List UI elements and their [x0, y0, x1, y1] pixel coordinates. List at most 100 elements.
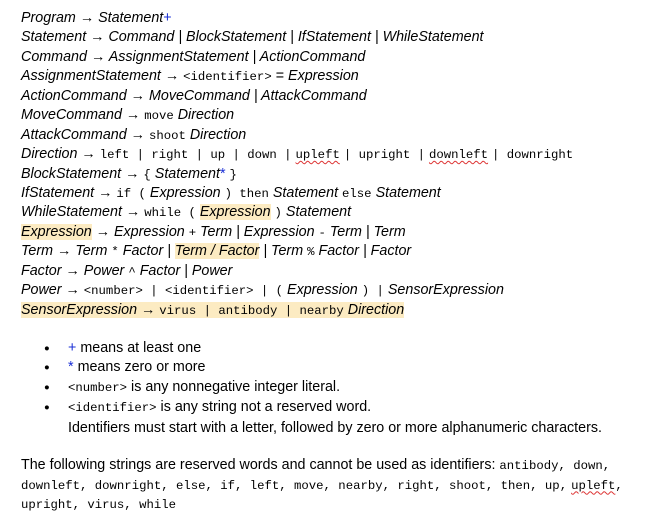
arrow: → [65, 282, 80, 299]
highlighted-rule: SensorExpression → virus | antibody | ne… [21, 301, 405, 318]
token: <number> [68, 380, 128, 395]
star-symbol: * [219, 165, 226, 182]
rule-direction: Direction → left | right | up | down | u… [21, 145, 573, 164]
grammar-document: Program → Statement+ Statement → Command… [0, 0, 645, 530]
rule-block: BlockStatement → { Statement* } [21, 165, 573, 184]
arrow: → [125, 165, 140, 182]
list-item: <number> is any nonnegative integer lite… [44, 378, 602, 398]
production: Direction [189, 126, 247, 143]
keyword: while ( [144, 206, 196, 221]
rule-assignment: AssignmentStatement → <identifier> = Exp… [21, 67, 573, 86]
highlighted-production: Term / Factor [174, 243, 260, 260]
token: ) | [361, 284, 384, 299]
production: AssignmentStatement | ActionCommand [108, 48, 366, 65]
highlighted-production: Expression [199, 204, 271, 221]
rule-if: IfStatement → if ( Expression ) then Sta… [21, 184, 573, 203]
arrow: → [79, 10, 95, 26]
notes-list: + means at least one * means zero or mor… [44, 339, 602, 438]
arrow: → [125, 107, 141, 124]
production: Statement [272, 184, 339, 201]
nonterminal: Power [21, 282, 62, 299]
rule-expression: Expression → Expression + Term | Express… [21, 223, 573, 242]
token: left | right | up | down | [99, 148, 292, 163]
operator: - [318, 225, 326, 240]
production: Factor | Factor [318, 243, 412, 260]
operator: % [307, 245, 315, 260]
token-spellcheck: downleft [428, 148, 489, 163]
arrow: → [130, 87, 145, 104]
arrow: → [81, 146, 96, 163]
rule-program: Program → Statement+ [21, 9, 573, 28]
keyword: ) then [224, 186, 269, 201]
nonterminal: Factor [21, 262, 62, 279]
production: Factor | [122, 243, 171, 260]
arrow: → [164, 68, 180, 85]
operator: * [111, 245, 119, 260]
note-continuation: Identifiers must start with a letter, fo… [68, 419, 602, 436]
production: Expression [288, 68, 359, 85]
rule-sensor: SensorExpression → virus | antibody | ne… [21, 301, 573, 320]
reserved-words-paragraph: The following strings are reserved words… [21, 456, 631, 515]
nonterminal: ActionCommand [21, 87, 127, 104]
operator: ^ [128, 264, 136, 279]
rule-attack: AttackCommand → shoot Direction [21, 126, 573, 145]
rule-statement: Statement → Command | BlockStatement | I… [21, 28, 573, 47]
nonterminal: Command [21, 48, 87, 65]
token: <identifier> [183, 70, 272, 85]
token: <number> | <identifier> | ( [83, 284, 284, 299]
production: Expression [287, 282, 358, 299]
nonterminal: Statement [21, 29, 87, 46]
nonterminal: WhileStatement [21, 204, 122, 221]
token: | downright [492, 148, 574, 163]
list-item: <identifier> is any string not a reserve… [44, 398, 602, 438]
production: Term | Expression [200, 223, 315, 240]
token: } [229, 167, 237, 182]
arrow: → [141, 301, 156, 318]
plus-symbol: + [163, 10, 172, 26]
production: MoveCommand | AttackCommand [148, 87, 367, 104]
arrow: → [125, 204, 141, 221]
production: Statement [285, 204, 352, 221]
rule-while: WhileStatement → while ( Expression ) St… [21, 203, 573, 222]
production: Statement [98, 10, 164, 26]
production: Term | Term [329, 223, 406, 240]
token: { [143, 167, 151, 182]
list-item: * means zero or more [44, 358, 602, 378]
plus-symbol: + [68, 340, 77, 356]
production: Expression [149, 184, 221, 201]
production: Statement [154, 165, 220, 182]
production: SensorExpression [387, 282, 504, 299]
rule-factor: Factor → Power ^ Factor | Power [21, 262, 573, 281]
note-text: means zero or more [77, 359, 206, 376]
arrow: → [90, 48, 106, 65]
equals-sign: = [275, 68, 285, 85]
grammar-rules: Program → Statement+ Statement → Command… [21, 9, 573, 320]
keyword: else [342, 186, 372, 201]
operator: + [188, 225, 197, 240]
rule-power: Power → <number> | <identifier> | ( Expr… [21, 281, 573, 300]
arrow: → [65, 262, 80, 279]
production: Direction [177, 107, 235, 124]
production: Statement [375, 184, 441, 201]
highlighted-nonterminal: Expression [21, 223, 92, 240]
nonterminal: Term [21, 243, 54, 260]
nonterminal: SensorExpression [21, 301, 138, 318]
star-symbol: * [68, 359, 74, 376]
rule-action: ActionCommand → MoveCommand | AttackComm… [21, 87, 573, 106]
arrow: → [57, 243, 72, 260]
reserved-word-spellcheck: upleft [571, 478, 616, 493]
arrow: → [130, 126, 145, 143]
nonterminal: IfStatement [21, 184, 95, 201]
rule-move: MoveCommand → move Direction [21, 106, 573, 125]
arrow: → [90, 29, 105, 46]
production: Factor | Power [139, 262, 233, 279]
production: Command | BlockStatement | IfStatement |… [108, 29, 484, 46]
token: ) [274, 206, 282, 221]
production: Term [75, 243, 108, 260]
production: Power [83, 262, 125, 279]
note-text: means at least one [80, 340, 202, 356]
reserved-intro: The following strings are reserved words… [21, 457, 496, 473]
token: | upright | [343, 148, 425, 163]
nonterminal: BlockStatement [21, 165, 122, 182]
nonterminal: AttackCommand [21, 126, 127, 143]
